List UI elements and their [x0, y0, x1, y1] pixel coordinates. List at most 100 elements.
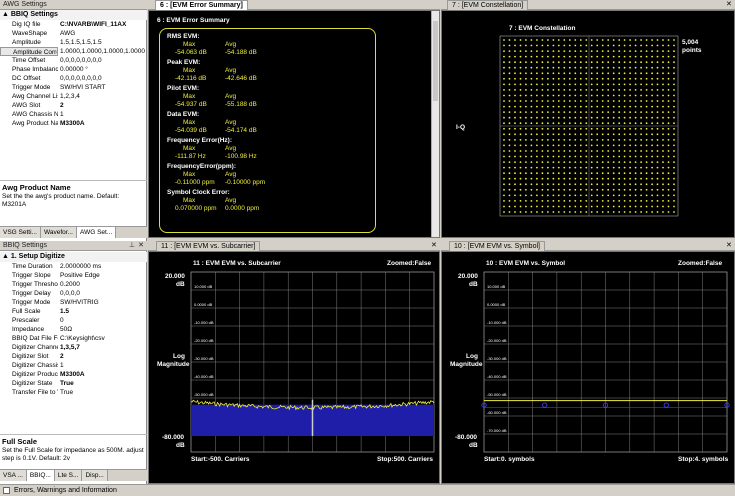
property-name: Phase Imbalance — [12, 66, 58, 73]
collapse-icon[interactable]: ▲ — [2, 253, 11, 260]
property-value[interactable]: 50Ω — [58, 325, 147, 334]
property-row[interactable]: Trigger Mode SW/HVITRIG — [0, 298, 147, 307]
constellation-point — [656, 155, 659, 158]
constellation-point — [656, 66, 659, 69]
property-row[interactable]: Full Scale 1.5 — [0, 307, 147, 316]
panel-tab[interactable]: Lte S... — [54, 470, 83, 481]
property-row[interactable]: AWG Slot 2 — [0, 101, 147, 110]
panel-tab[interactable]: Disp... — [82, 470, 108, 481]
close-icon[interactable]: ✕ — [138, 241, 144, 251]
property-value[interactable]: 2 — [58, 101, 147, 110]
property-value[interactable]: 2 — [58, 352, 147, 361]
panel-tab[interactable]: Wavefor... — [40, 227, 77, 238]
constellation-point — [568, 116, 571, 119]
property-value[interactable]: SW/HVITRIG — [58, 298, 147, 307]
panel-tab[interactable]: BBIQ... — [26, 470, 55, 481]
property-row[interactable]: Amplitude 1.5,1.5,1.5,1.5 — [0, 38, 147, 47]
tab-evm-constellation[interactable]: 7 : [EVM Constellation] — [447, 0, 529, 10]
property-value[interactable]: 0,0,0,0,0,0,0,0 — [58, 56, 147, 65]
property-row[interactable]: Impedance 50Ω — [0, 325, 147, 334]
scrollbar-thumb[interactable] — [433, 21, 438, 101]
property-row[interactable]: Amplitude Correction1.0000,1.0000,1.0000… — [0, 47, 147, 56]
constellation-point — [541, 161, 544, 164]
property-row[interactable]: Digitizer Chassis N1 — [0, 361, 147, 370]
tab-evm-error-summary[interactable]: 6 : [EVM Error Summary] — [155, 0, 248, 10]
property-row[interactable]: Time Offset 0,0,0,0,0,0,0,0 — [0, 56, 147, 65]
property-value[interactable]: 0.2000 — [58, 280, 147, 289]
property-row[interactable]: Time Duration 2.0000000 ms — [0, 262, 147, 271]
property-value[interactable]: M3300A — [58, 119, 147, 128]
panel-tab[interactable]: VSA ... — [0, 470, 27, 481]
property-value[interactable]: SW/HVI START — [58, 83, 147, 92]
property-row[interactable]: Dig IQ file C:\NVARB\WIFI_11AX — [0, 20, 147, 29]
property-value[interactable]: AWG — [58, 29, 147, 38]
property-row[interactable]: AWG Chassis Numl1 — [0, 110, 147, 119]
property-row[interactable]: Trigger Delay 0,0,0,0 — [0, 289, 147, 298]
property-row[interactable]: Digitizer State True — [0, 379, 147, 388]
property-value[interactable]: 1.5 — [58, 307, 147, 316]
property-value[interactable]: 1 — [58, 110, 147, 119]
constellation-point — [585, 183, 588, 186]
property-row[interactable]: Digitizer Channel L1,3,5,7 — [0, 343, 147, 352]
property-row[interactable]: Digitizer Product NM3300A — [0, 370, 147, 379]
property-value[interactable]: True — [58, 388, 147, 397]
constellation-point — [585, 105, 588, 108]
property-row[interactable]: Prescaler 0 — [0, 316, 147, 325]
property-value[interactable]: 1,2,3,4 — [58, 92, 147, 101]
property-row[interactable]: BBIQ Dat File FoldC:\Keysight\csv — [0, 334, 147, 343]
status-bar[interactable]: Errors, Warnings and Information — [0, 484, 735, 496]
collapse-icon[interactable]: ▲ — [2, 11, 11, 18]
property-value[interactable]: C:\NVARB\WIFI_11AX — [58, 20, 147, 29]
property-row[interactable]: Awg Channel List 1,2,3,4 — [0, 92, 147, 101]
vertical-scrollbar[interactable] — [431, 11, 439, 237]
property-value[interactable]: 1.5,1.5,1.5,1.5 — [58, 38, 147, 47]
constellation-point — [651, 200, 653, 202]
property-value[interactable]: 2.0000000 ms — [58, 262, 147, 271]
panel-tab[interactable]: AWG Set... — [77, 227, 117, 238]
property-value[interactable]: M3300A — [58, 370, 147, 379]
property-value[interactable]: 0,0,0,0 — [58, 289, 147, 298]
property-value[interactable]: 0.00000 ° — [58, 65, 147, 74]
property-row[interactable]: Awg Product NameM3300A — [0, 119, 147, 128]
constellation-point — [596, 177, 599, 180]
constellation-point — [656, 55, 659, 58]
tab-evm-vs-subcarrier[interactable]: 11 : [EVM EVM vs. Subcarrier] — [156, 241, 261, 251]
constellation-point — [525, 211, 527, 213]
bbiq-tabstrip: VSA ... BBIQ... Lte S... Disp... — [0, 469, 147, 481]
property-row[interactable]: Trigger Mode SW/HVI START — [0, 83, 147, 92]
constellation-point — [623, 61, 626, 64]
pin-icon[interactable]: ⊥ — [129, 241, 135, 251]
constellation-point — [634, 172, 637, 175]
constellation-point — [557, 55, 560, 58]
panel-tab[interactable]: VSG Setti... — [0, 227, 41, 238]
evm-section: Peak EVM: Max Avg -42.116 dB -42.646 dB — [167, 59, 368, 82]
constellation-point — [563, 211, 566, 213]
constellation-point — [623, 205, 626, 208]
bbiq-group-header[interactable]: ▲ 1. Setup Digitize — [0, 252, 147, 262]
property-value[interactable]: 1.0000,1.0000,1.0000,1.0000 — [58, 47, 147, 56]
property-value[interactable]: 0,0,0,0,0,0,0,0 — [58, 74, 147, 83]
tab-evm-vs-symbol[interactable]: 10 : [EVM EVM vs. Symbol] — [449, 241, 545, 251]
property-row[interactable]: Transfer File to VXTrue — [0, 388, 147, 397]
property-row[interactable]: DC Offset 0,0,0,0,0,0,0,0 — [0, 74, 147, 83]
property-value[interactable]: 1 — [58, 361, 147, 370]
constellation-point — [601, 144, 604, 147]
property-value[interactable]: Positive Edge — [58, 271, 147, 280]
property-row[interactable]: Trigger Slope Positive Edge — [0, 271, 147, 280]
constellation-point — [612, 66, 615, 69]
property-value[interactable]: 0 — [58, 316, 147, 325]
property-value[interactable]: 1,3,5,7 — [58, 343, 147, 352]
constellation-point — [541, 83, 544, 86]
close-icon[interactable]: ✕ — [726, 241, 733, 251]
constellation-point — [525, 161, 527, 164]
constellation-point — [618, 211, 621, 213]
awg-group-header[interactable]: ▲ BBIQ Settings — [0, 10, 147, 20]
close-icon[interactable]: ✕ — [726, 0, 733, 10]
property-row[interactable]: WaveShape AWG — [0, 29, 147, 38]
property-row[interactable]: Digitizer Slot 2 — [0, 352, 147, 361]
property-value[interactable]: True — [58, 379, 147, 388]
property-row[interactable]: Trigger Threshold 0.2000 — [0, 280, 147, 289]
property-value[interactable]: C:\Keysight\csv — [58, 334, 147, 343]
property-row[interactable]: Phase Imbalance 0.00000 ° — [0, 65, 147, 74]
constellation-point — [514, 122, 516, 125]
